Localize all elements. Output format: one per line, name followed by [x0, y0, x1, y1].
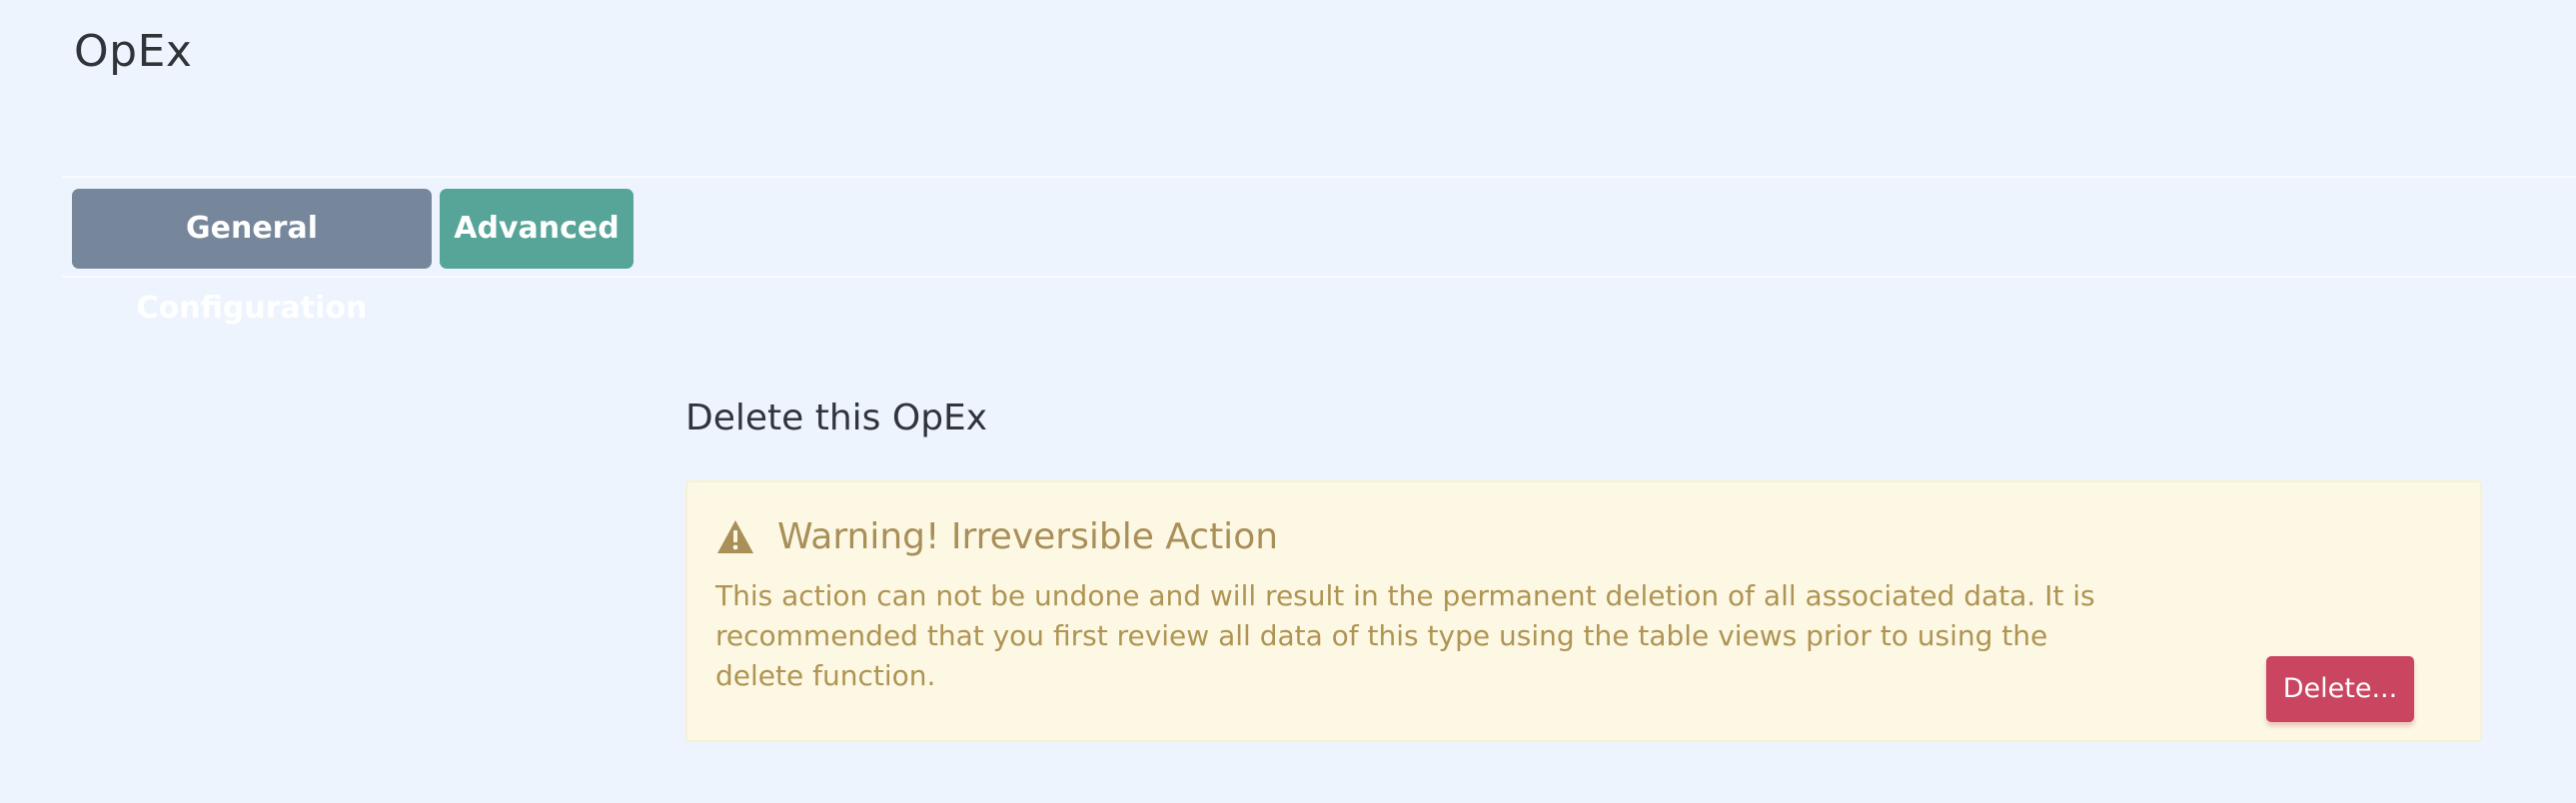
delete-button[interactable]: Delete...: [2266, 656, 2414, 722]
tab-general-configuration[interactable]: General Configuration: [72, 189, 432, 326]
warning-title: Warning! Irreversible Action: [777, 516, 1279, 557]
warning-header: Warning! Irreversible Action: [715, 514, 1278, 560]
delete-section-title: Delete this OpEx: [685, 398, 988, 438]
tab-bar: General Configuration Advanced: [62, 176, 2576, 326]
tab-advanced[interactable]: Advanced: [440, 189, 634, 269]
warning-triangle-icon: [717, 520, 753, 553]
page-title: OpEx: [74, 26, 193, 77]
warning-panel: Warning! Irreversible Action This action…: [685, 480, 2482, 742]
warning-message: This action can not be undone and will r…: [715, 579, 2095, 692]
